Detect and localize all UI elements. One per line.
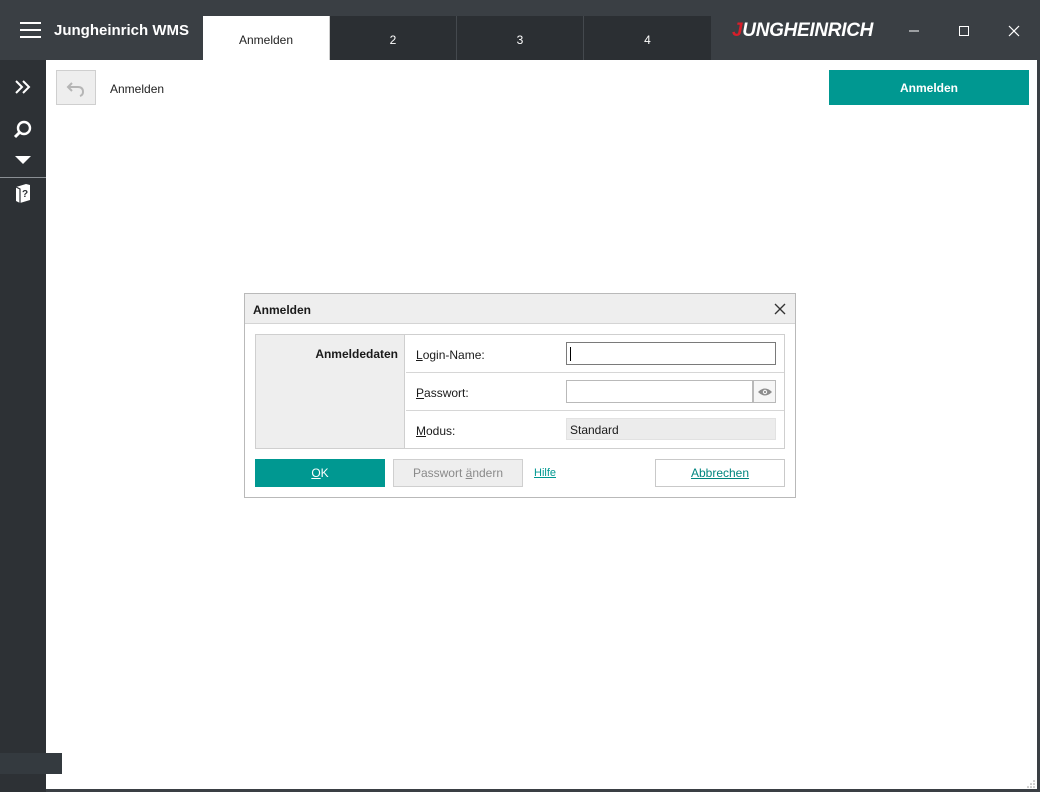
maximize-icon[interactable]: [949, 16, 979, 46]
close-icon[interactable]: [772, 301, 788, 317]
mode-select[interactable]: Standard: [566, 418, 776, 440]
brand-logo: JUNGHEINRICH: [732, 18, 873, 44]
search-icon[interactable]: [11, 118, 35, 142]
tab-3[interactable]: 3: [457, 16, 584, 60]
login-name-input[interactable]: [566, 342, 776, 365]
login-dialog: Anmelden Anmeldedaten Login-Name: Passwo…: [244, 293, 796, 498]
sidebar-divider: [0, 177, 46, 178]
sidebar-bottom-panel: [0, 753, 62, 774]
tab-bar: Anmelden 2 3 4: [203, 16, 711, 60]
title-bar: Jungheinrich WMS Anmelden 2 3 4 JUNGHEIN…: [0, 0, 1040, 60]
caret-down-icon[interactable]: [11, 148, 35, 172]
close-icon[interactable]: [999, 16, 1029, 46]
password-label: Passwort:: [416, 386, 469, 400]
login-form: Anmeldedaten Login-Name: Passwort: Modus…: [255, 334, 785, 449]
ok-button[interactable]: OK: [255, 459, 385, 487]
svg-text:?: ?: [22, 189, 28, 200]
tab-anmelden[interactable]: Anmelden: [203, 16, 330, 60]
text-caret: [570, 347, 571, 361]
dialog-header: Anmelden: [245, 294, 795, 324]
anmelden-button[interactable]: Anmelden: [829, 70, 1029, 105]
brand-initial: J: [732, 20, 743, 41]
hamburger-menu-icon[interactable]: [20, 22, 41, 39]
tab-2[interactable]: 2: [330, 16, 457, 60]
password-input[interactable]: [566, 380, 753, 403]
section-label: Anmeldedaten: [315, 347, 398, 361]
mode-label: Modus:: [416, 424, 456, 438]
change-password-button[interactable]: Passwort ä ndern: [393, 459, 523, 487]
brand-name: UNGHEINRICH: [742, 20, 874, 41]
login-row: Login-Name:: [406, 335, 784, 373]
left-sidebar: ?: [0, 60, 62, 792]
login-label: Login-Name:: [416, 348, 485, 362]
back-button[interactable]: [56, 70, 96, 105]
help-book-icon[interactable]: ?: [11, 181, 35, 205]
password-row: Passwort:: [406, 373, 784, 411]
minimize-icon[interactable]: [899, 16, 929, 46]
mode-row: Modus: Standard: [406, 411, 784, 449]
eye-icon[interactable]: [753, 380, 776, 403]
resize-grip-icon[interactable]: [1026, 778, 1036, 788]
app-title: Jungheinrich WMS: [54, 22, 189, 39]
undo-arrow-icon: [66, 81, 85, 97]
dialog-title: Anmelden: [253, 303, 312, 317]
double-chevron-right-icon[interactable]: [11, 75, 35, 99]
tab-4[interactable]: 4: [584, 16, 711, 60]
page-title: Anmelden: [110, 82, 165, 96]
section-cell: Anmeldedaten: [256, 335, 405, 448]
help-link[interactable]: Hilfe: [534, 467, 556, 479]
cancel-button[interactable]: Abbrechen: [655, 459, 785, 487]
